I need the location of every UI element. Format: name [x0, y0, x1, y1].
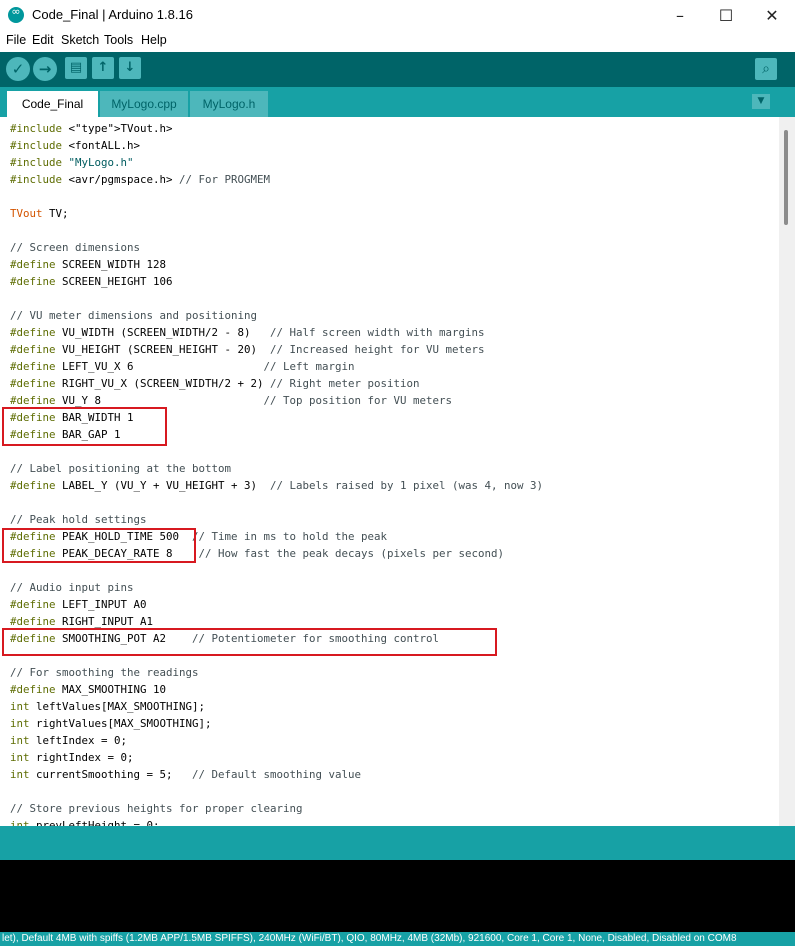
board-status-text: let), Default 4MB with spiffs (1.2MB APP…: [2, 933, 737, 944]
tab-mylogo-h[interactable]: MyLogo.h: [190, 91, 268, 117]
menu-bar: File Edit Sketch Tools Help: [0, 30, 795, 53]
code-line[interactable]: // VU meter dimensions and positioning: [10, 307, 257, 324]
code-line[interactable]: #include <avr/pgmspace.h> // For PROGMEM: [10, 171, 270, 188]
code-line[interactable]: // Screen dimensions: [10, 239, 140, 256]
code-line[interactable]: #define LEFT_VU_X 6 // Left margin: [10, 358, 355, 375]
code-line[interactable]: #define SCREEN_HEIGHT 106: [10, 273, 173, 290]
code-line[interactable]: #include <"type">TVout.h>: [10, 120, 173, 137]
output-console: [0, 860, 795, 932]
code-line[interactable]: int leftIndex = 0;: [10, 732, 127, 749]
serial-monitor-button[interactable]: ⌕: [755, 58, 777, 80]
code-line[interactable]: #include <fontALL.h>: [10, 137, 140, 154]
minimize-button[interactable]: –: [657, 0, 703, 30]
arduino-logo-icon: [8, 5, 24, 23]
menu-sketch[interactable]: Sketch: [61, 33, 99, 47]
code-line[interactable]: #define LEFT_INPUT A0: [10, 596, 147, 613]
code-line[interactable]: // Store previous heights for proper cle…: [10, 800, 303, 817]
highlight-box-peak-defines: [2, 528, 196, 563]
code-line[interactable]: #define MAX_SMOOTHING 10: [10, 681, 166, 698]
code-line[interactable]: int rightValues[MAX_SMOOTHING];: [10, 715, 212, 732]
message-bar: [0, 826, 795, 860]
new-sketch-button[interactable]: ▤: [65, 57, 87, 79]
highlight-box-bar-defines: [2, 407, 167, 446]
code-line[interactable]: int leftValues[MAX_SMOOTHING];: [10, 698, 205, 715]
status-bar: let), Default 4MB with spiffs (1.2MB APP…: [0, 932, 795, 946]
tab-bar: Code_Final MyLogo.cpp MyLogo.h ▼: [0, 87, 795, 117]
open-sketch-button[interactable]: ↑: [92, 57, 114, 79]
code-line[interactable]: int rightIndex = 0;: [10, 749, 134, 766]
menu-edit[interactable]: Edit: [32, 33, 54, 47]
code-line[interactable]: // Label positioning at the bottom: [10, 460, 231, 477]
code-line[interactable]: #define LABEL_Y (VU_Y + VU_HEIGHT + 3) /…: [10, 477, 543, 494]
maximize-button[interactable]: ☐: [703, 0, 749, 30]
code-line[interactable]: #include "MyLogo.h": [10, 154, 134, 171]
tab-menu-dropdown-icon[interactable]: ▼: [752, 94, 770, 109]
highlight-box-smoothing-pot: [2, 628, 497, 656]
window-title: Code_Final | Arduino 1.8.16: [32, 7, 193, 22]
code-line[interactable]: // Audio input pins: [10, 579, 134, 596]
code-line[interactable]: TVout TV;: [10, 205, 69, 222]
save-sketch-button[interactable]: ↓: [119, 57, 141, 79]
close-button[interactable]: ✕: [749, 0, 795, 30]
code-line[interactable]: #define VU_HEIGHT (SCREEN_HEIGHT - 20) /…: [10, 341, 485, 358]
code-editor[interactable]: #include <"type">TVout.h> #include <fontA…: [0, 117, 779, 826]
toolbar: ✓ → ▤ ↑ ↓ ⌕: [0, 52, 795, 87]
tab-code-final[interactable]: Code_Final: [7, 91, 98, 117]
menu-help[interactable]: Help: [141, 33, 167, 47]
code-line[interactable]: int prevLeftHeight = 0;: [10, 817, 160, 826]
code-line[interactable]: // Peak hold settings: [10, 511, 147, 528]
upload-button[interactable]: →: [33, 57, 57, 81]
tab-mylogo-cpp[interactable]: MyLogo.cpp: [100, 91, 188, 117]
menu-file[interactable]: File: [6, 33, 26, 47]
title-bar: Code_Final | Arduino 1.8.16 – ☐ ✕: [0, 0, 795, 30]
code-line[interactable]: // For smoothing the readings: [10, 664, 199, 681]
code-line[interactable]: #define SCREEN_WIDTH 128: [10, 256, 166, 273]
editor-scrollbar-thumb[interactable]: [784, 130, 788, 225]
code-line[interactable]: #define VU_WIDTH (SCREEN_WIDTH/2 - 8) //…: [10, 324, 485, 341]
code-line[interactable]: #define RIGHT_VU_X (SCREEN_WIDTH/2 + 2) …: [10, 375, 420, 392]
verify-button[interactable]: ✓: [6, 57, 30, 81]
code-line[interactable]: int currentSmoothing = 5; // Default smo…: [10, 766, 361, 783]
menu-tools[interactable]: Tools: [104, 33, 133, 47]
